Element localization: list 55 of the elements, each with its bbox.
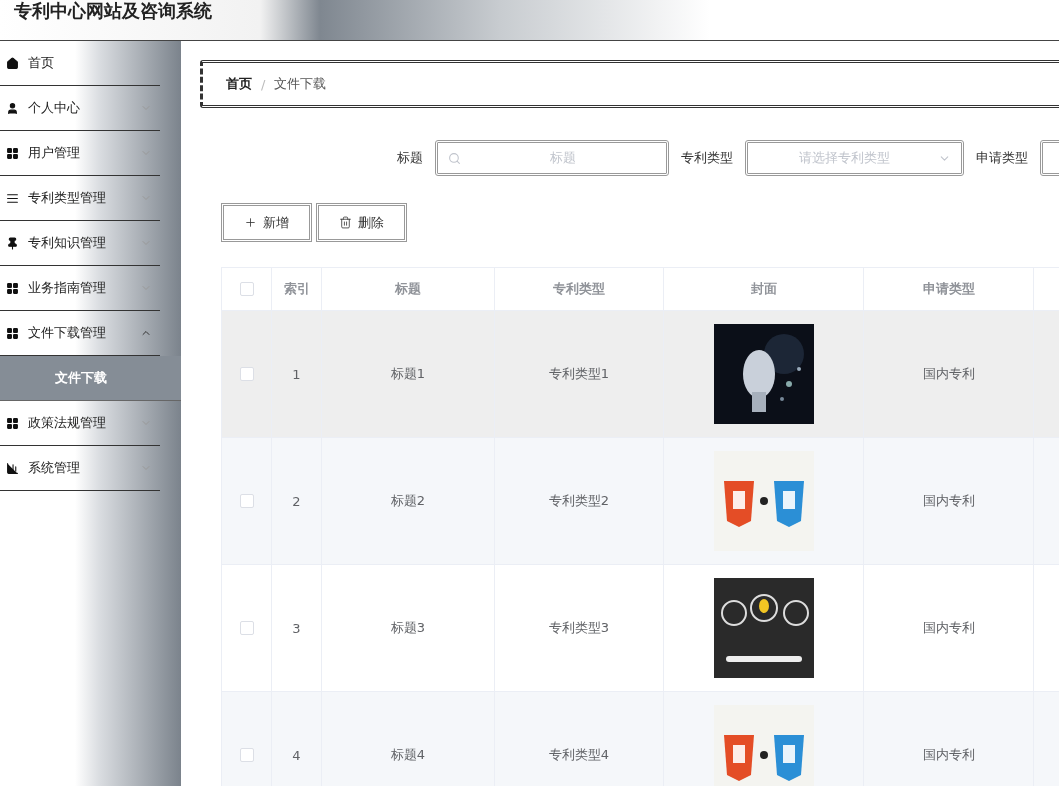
add-button[interactable]: 新增 <box>221 203 312 242</box>
menu-icon <box>6 236 19 250</box>
table-cell: 标题1 <box>390 365 426 383</box>
plus-icon <box>244 216 257 229</box>
table-cell: 专利类型4 <box>548 746 610 764</box>
menu-icon <box>6 461 19 475</box>
menu-icon <box>6 191 19 205</box>
search-icon <box>448 151 461 165</box>
breadcrumb-separator: / <box>261 76 266 92</box>
menu-icon <box>6 101 19 115</box>
sidebar-item[interactable]: 政策法规管理 <box>0 401 160 446</box>
table-cell: 国内专利 <box>922 492 975 510</box>
table-cell: 3 <box>292 620 301 636</box>
checkbox[interactable] <box>239 621 254 635</box>
column-header: 申请类型 <box>922 280 975 298</box>
menu-icon <box>6 146 19 160</box>
table-cell: 专利类型3 <box>548 619 610 637</box>
table-cell: 4 <box>292 747 301 763</box>
table-cell: 2 <box>292 493 301 509</box>
sidebar-item[interactable]: 用户管理 <box>0 131 160 176</box>
delete-button[interactable]: 删除 <box>316 203 407 242</box>
sidebar-item[interactable]: 个人中心 <box>0 86 160 131</box>
field-label: 标题 <box>397 149 423 167</box>
menu-icon <box>6 326 19 340</box>
sidebar-item[interactable]: 系统管理 <box>0 446 160 491</box>
table-cell: 国内专利 <box>922 746 975 764</box>
sidebar-item[interactable]: 业务指南管理 <box>0 266 160 311</box>
table-cell: 专利类型1 <box>548 365 610 383</box>
table-cell: 标题4 <box>390 746 426 764</box>
column-header: 封面 <box>750 280 777 298</box>
sidebar-item[interactable]: 专利知识管理 <box>0 221 160 266</box>
menu-icon <box>6 416 19 430</box>
column-header: 专利类型 <box>553 280 605 298</box>
checkbox[interactable] <box>239 494 254 508</box>
sidebar-item[interactable]: 专利类型管理 <box>0 176 160 221</box>
checkbox[interactable] <box>239 367 254 381</box>
field-label: 申请类型 <box>976 149 1028 167</box>
trash-icon <box>339 216 352 229</box>
breadcrumb-current: 文件下载 <box>274 75 327 93</box>
column-header: 索引 <box>283 280 310 298</box>
table-cell: 国内专利 <box>922 619 975 637</box>
table-cell: 国内专利 <box>922 365 975 383</box>
table-cell: 专利类型2 <box>548 492 610 510</box>
column-header: 标题 <box>395 280 421 298</box>
breadcrumb-link[interactable]: 首页 <box>226 75 252 93</box>
app-title: 专利中心网站及咨询系统 <box>14 0 212 23</box>
field-label: 专利类型 <box>681 149 733 167</box>
sidebar-item[interactable]: 首页 <box>0 41 160 86</box>
checkbox[interactable] <box>239 748 254 762</box>
checkbox[interactable] <box>239 282 254 296</box>
table-cell: 1 <box>292 366 301 382</box>
table-cell: 标题3 <box>390 619 426 637</box>
menu-icon <box>6 56 19 70</box>
menu-icon <box>6 281 19 295</box>
table-cell: 标题2 <box>390 492 426 510</box>
